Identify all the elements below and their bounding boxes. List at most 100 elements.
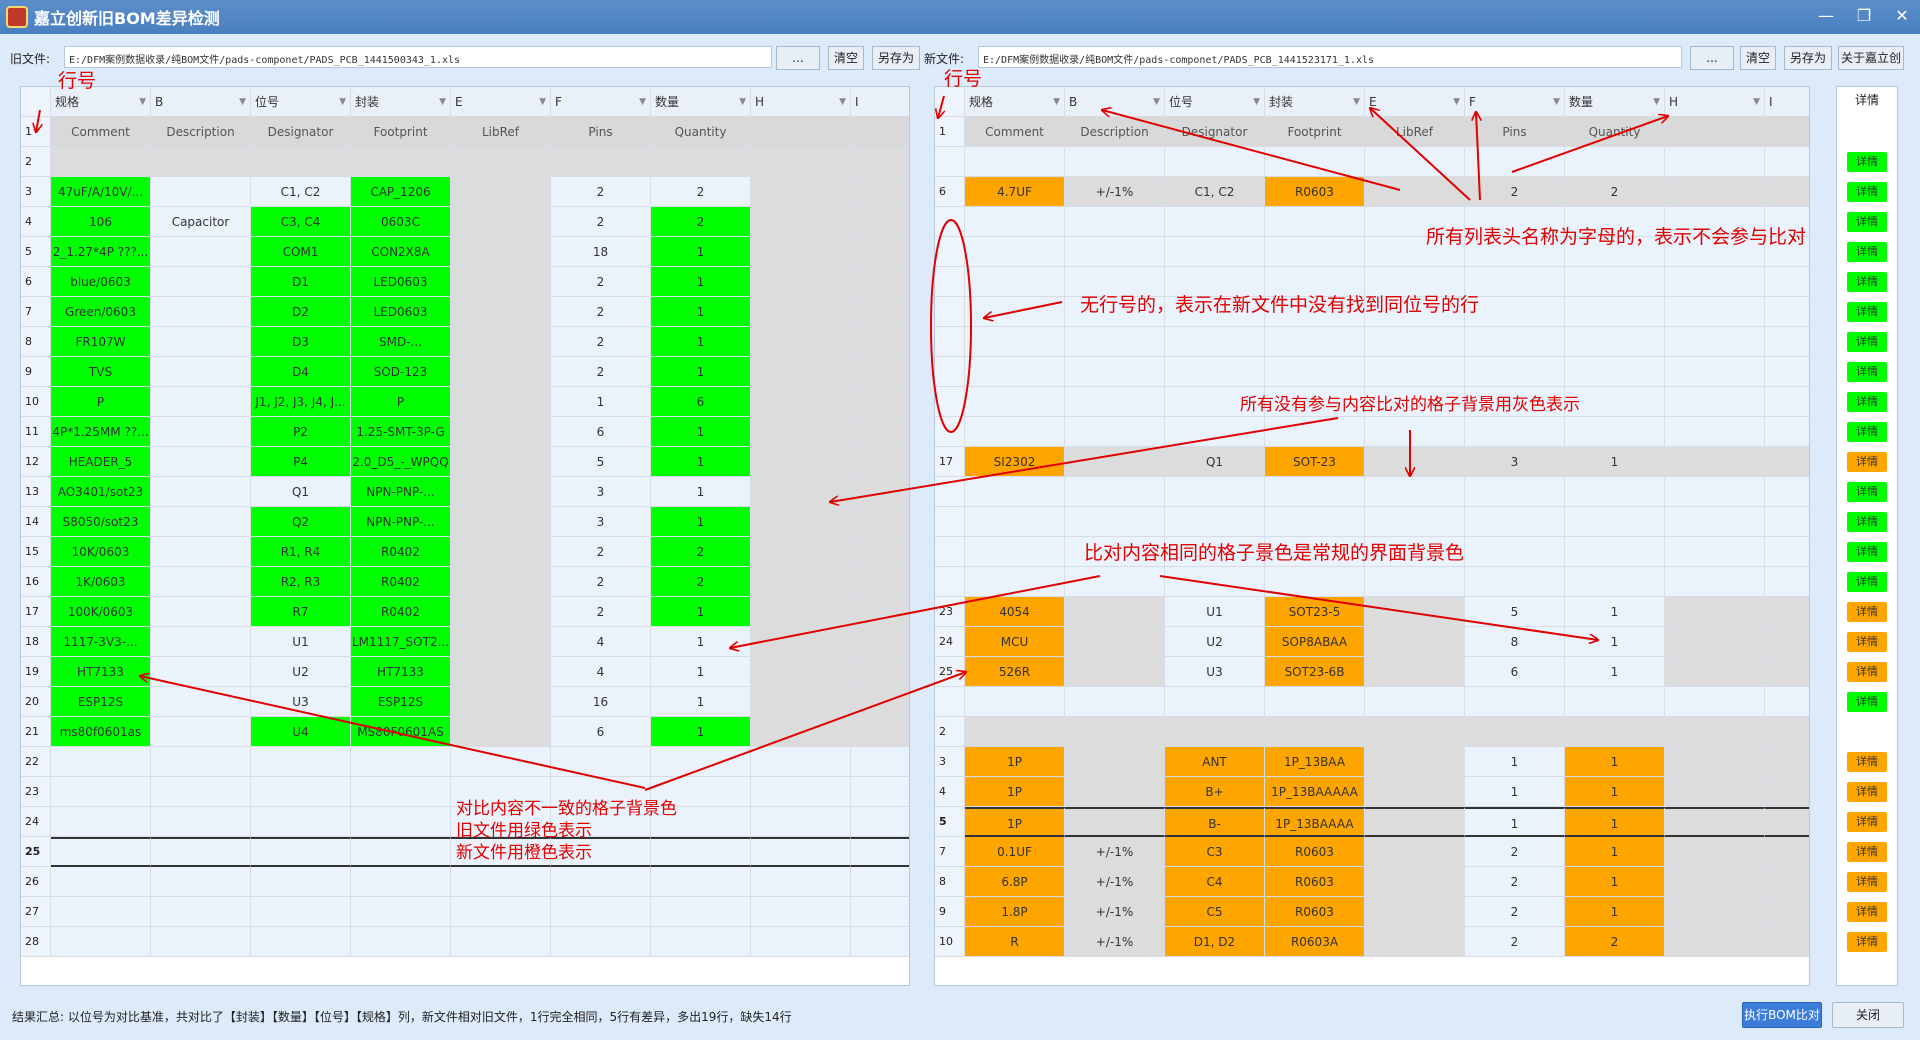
table-cell[interactable]: R0603 — [1265, 837, 1365, 867]
table-row[interactable] — [935, 147, 1809, 177]
table-cell[interactable] — [1165, 717, 1265, 747]
table-cell[interactable] — [851, 507, 909, 537]
table-cell[interactable] — [1565, 267, 1665, 297]
table-cell[interactable]: R — [965, 927, 1065, 957]
table-cell[interactable] — [551, 897, 651, 927]
table-cell[interactable] — [1765, 357, 1809, 387]
table-cell[interactable] — [151, 837, 251, 867]
table-cell[interactable] — [1365, 897, 1465, 927]
details-button[interactable]: 详情 — [1847, 752, 1887, 772]
table-cell[interactable]: R0603A — [1265, 927, 1365, 957]
table-cell[interactable]: 3 — [551, 477, 651, 507]
table-cell[interactable]: R2, R3 — [251, 567, 351, 597]
table-cell[interactable] — [1665, 147, 1765, 177]
table-cell[interactable]: J1, J2, J3, J4, J... — [251, 387, 351, 417]
table-cell[interactable] — [1665, 567, 1765, 597]
table-row[interactable]: 10 P J1, J2, J3, J4, J... P 1 6 — [21, 387, 909, 417]
table-cell[interactable] — [1365, 477, 1465, 507]
details-button[interactable]: 详情 — [1847, 602, 1887, 622]
table-cell[interactable] — [1765, 777, 1809, 807]
table-cell[interactable]: 2 — [651, 537, 751, 567]
chevron-down-icon[interactable]: ▼ — [739, 87, 746, 116]
table-cell[interactable] — [1665, 807, 1765, 837]
table-cell[interactable] — [651, 867, 751, 897]
table-cell[interactable] — [551, 147, 651, 177]
table-cell[interactable] — [1065, 717, 1165, 747]
details-button[interactable]: 详情 — [1847, 272, 1887, 292]
table-cell[interactable] — [1765, 927, 1809, 957]
table-cell[interactable]: 1.25-SMT-3P-G — [351, 417, 451, 447]
table-cell[interactable] — [1465, 537, 1565, 567]
table-cell[interactable]: 2 — [551, 267, 651, 297]
table-cell[interactable] — [1665, 927, 1765, 957]
table-cell[interactable] — [151, 717, 251, 747]
table-cell[interactable]: FR107W — [51, 327, 151, 357]
table-cell[interactable]: 1117-3V3-... — [51, 627, 151, 657]
table-cell[interactable]: C1, C2 — [1165, 177, 1265, 207]
table-row[interactable] — [935, 327, 1809, 357]
table-cell[interactable]: 1 — [1565, 747, 1665, 777]
table-cell[interactable]: 2 — [1465, 837, 1565, 867]
chevron-down-icon[interactable]: ▼ — [339, 87, 346, 116]
table-cell[interactable] — [1065, 507, 1165, 537]
table-cell[interactable] — [851, 747, 909, 777]
table-cell[interactable] — [1465, 327, 1565, 357]
table-cell[interactable] — [151, 237, 251, 267]
table-cell[interactable] — [1465, 567, 1565, 597]
table-cell[interactable] — [965, 687, 1065, 717]
table-cell[interactable]: SI2302 — [965, 447, 1065, 477]
table-cell[interactable]: 1 — [1565, 867, 1665, 897]
table-cell[interactable]: 1P — [965, 747, 1065, 777]
chevron-down-icon[interactable]: ▼ — [1453, 87, 1460, 116]
maximize-button[interactable]: ❐ — [1854, 6, 1874, 26]
table-cell[interactable] — [1665, 717, 1765, 747]
table-cell[interactable] — [1665, 267, 1765, 297]
table-cell[interactable]: blue/0603 — [51, 267, 151, 297]
table-cell[interactable]: 1 — [651, 507, 751, 537]
table-row[interactable]: 3 1P ANT 1P_13BAA 1 1 — [935, 747, 1809, 777]
table-cell[interactable] — [551, 927, 651, 957]
table-cell[interactable] — [251, 747, 351, 777]
table-cell[interactable] — [751, 867, 851, 897]
table-cell[interactable]: 47uF/A/10V/... — [51, 177, 151, 207]
table-cell[interactable]: LED0603 — [351, 267, 451, 297]
table-cell[interactable]: 2_1.27*4P ???... — [51, 237, 151, 267]
table-cell[interactable] — [751, 477, 851, 507]
table-cell[interactable]: D1, D2 — [1165, 927, 1265, 957]
table-cell[interactable] — [1665, 297, 1765, 327]
table-cell[interactable] — [1665, 777, 1765, 807]
table-cell[interactable]: ANT — [1165, 747, 1265, 777]
table-cell[interactable] — [1165, 327, 1265, 357]
table-cell[interactable] — [851, 837, 909, 867]
table-cell[interactable]: 1 — [1565, 447, 1665, 477]
table-cell[interactable] — [1465, 357, 1565, 387]
table-cell[interactable] — [1165, 567, 1265, 597]
table-cell[interactable] — [1765, 717, 1809, 747]
table-cell[interactable]: S8050/sot23 — [51, 507, 151, 537]
details-button[interactable]: 详情 — [1847, 692, 1887, 712]
table-cell[interactable] — [1065, 147, 1165, 177]
table-cell[interactable] — [51, 147, 151, 177]
table-cell[interactable]: 6 — [1465, 657, 1565, 687]
table-cell[interactable]: C5 — [1165, 897, 1265, 927]
table-cell[interactable]: MS80F0601AS — [351, 717, 451, 747]
new-clear-button[interactable]: 清空 — [1740, 46, 1776, 70]
table-cell[interactable] — [1065, 447, 1165, 477]
table-cell[interactable]: D3 — [251, 327, 351, 357]
table-row[interactable] — [935, 477, 1809, 507]
details-button[interactable]: 详情 — [1847, 482, 1887, 502]
table-cell[interactable] — [851, 177, 909, 207]
column-header[interactable]: H ▼ — [751, 87, 851, 117]
left-header-row[interactable]: 规格▼B▼位号▼封装▼E▼F▼数量▼H▼I▼ — [21, 87, 909, 117]
column-header[interactable]: E ▼ — [451, 87, 551, 117]
table-cell[interactable] — [51, 897, 151, 927]
table-cell[interactable] — [1265, 717, 1365, 747]
table-cell[interactable]: 4P*1.25MM ??... — [51, 417, 151, 447]
table-cell[interactable] — [1765, 687, 1809, 717]
table-cell[interactable] — [351, 867, 451, 897]
table-cell[interactable] — [1665, 657, 1765, 687]
table-cell[interactable] — [965, 147, 1065, 177]
table-row[interactable]: 12 HEADER_5 P4 2.0_D5_-_WPQQ 5 1 — [21, 447, 909, 477]
table-cell[interactable] — [1365, 687, 1465, 717]
table-cell[interactable] — [1365, 837, 1465, 867]
